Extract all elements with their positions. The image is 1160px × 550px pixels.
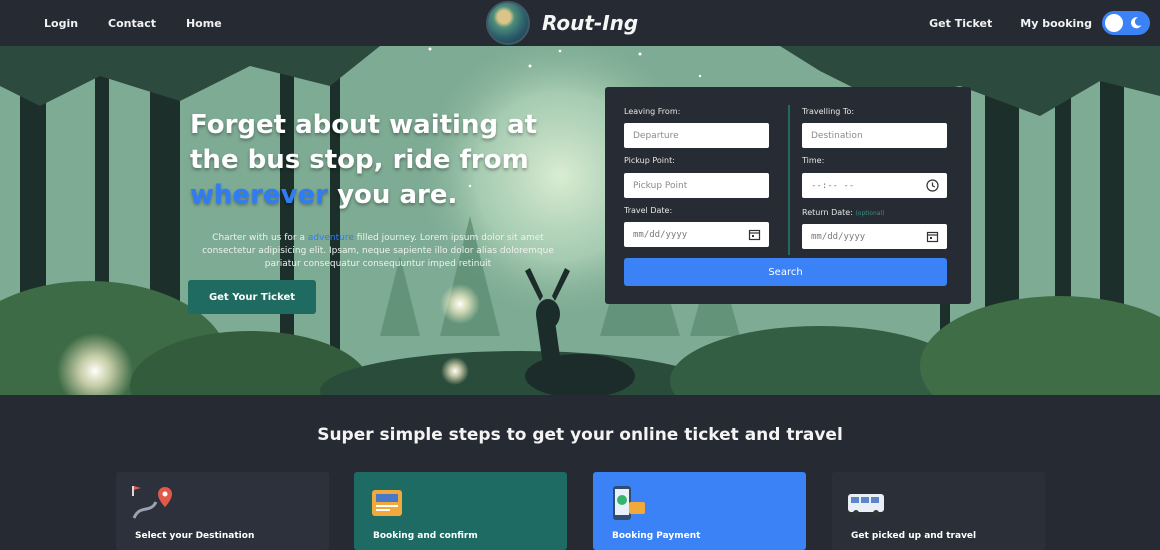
pickup-point-input[interactable]: Pickup Point	[624, 173, 769, 198]
headline-accent: wherever	[190, 180, 329, 210]
nav-left-links: Login Contact Home	[44, 0, 222, 46]
time-value: --:-- --	[811, 180, 855, 191]
calendar-icon[interactable]	[748, 228, 761, 241]
clock-icon[interactable]	[926, 179, 939, 192]
return-date-optional-note: (optional)	[855, 210, 885, 217]
hero-blurb: Charter with us for a adventure filled j…	[188, 232, 568, 271]
ticket-search-form: Leaving From: Departure Travelling To: D…	[605, 87, 971, 304]
nav-right: Get Ticket My booking	[929, 0, 1150, 46]
step-card-pickup[interactable]: Get picked up and travel	[832, 472, 1045, 550]
travel-date-value: mm/dd/yyyy	[633, 229, 688, 240]
return-date-label: Return Date: (optional)	[802, 208, 884, 217]
pickup-point-label: Pickup Point:	[624, 156, 675, 165]
brand-logo	[486, 1, 530, 45]
map-pin-route-icon	[132, 486, 172, 519]
brand-name: Rout-Ing	[542, 11, 639, 35]
brand[interactable]: Rout-Ing	[486, 0, 638, 46]
step-card-payment[interactable]: Booking Payment	[593, 472, 806, 550]
get-your-ticket-button[interactable]: Get Your Ticket	[188, 280, 316, 314]
steps-section: Super simple steps to get your online ti…	[0, 395, 1160, 550]
step-label: Booking Payment	[612, 531, 701, 541]
theme-toggle[interactable]	[1102, 11, 1150, 35]
hero-headline: Forget about waiting at the bus stop, ri…	[190, 108, 550, 213]
step-card-booking[interactable]: Booking and confirm	[354, 472, 567, 550]
nav-my-booking-link[interactable]: My booking	[1020, 17, 1092, 30]
ticket-icon	[372, 490, 402, 516]
time-label: Time:	[802, 156, 825, 165]
leaving-from-label: Leaving From:	[624, 107, 681, 116]
travel-date-input[interactable]: mm/dd/yyyy	[624, 222, 769, 247]
form-divider	[788, 105, 790, 255]
toggle-knob	[1105, 14, 1123, 32]
step-label: Select your Destination	[135, 531, 255, 541]
blurb-accent: adventure	[307, 233, 354, 243]
bus-icon	[848, 494, 884, 516]
return-date-label-text: Return Date:	[802, 208, 853, 217]
nav-login-link[interactable]: Login	[44, 17, 78, 30]
top-nav: Login Contact Home Rout-Ing Get Ticket M…	[0, 0, 1160, 46]
forest-background	[0, 46, 1160, 395]
step-label: Booking and confirm	[373, 531, 478, 541]
return-date-value: mm/dd/yyyy	[811, 231, 866, 242]
time-input[interactable]: --:-- --	[802, 173, 947, 198]
return-date-input[interactable]: mm/dd/yyyy	[802, 224, 947, 249]
headline-part1: Forget about waiting at the bus stop, ri…	[190, 110, 538, 175]
moon-icon	[1130, 17, 1142, 29]
destination-input[interactable]: Destination	[802, 123, 947, 148]
departure-input[interactable]: Departure	[624, 123, 769, 148]
travel-date-label: Travel Date:	[624, 206, 673, 215]
headline-part2: you are.	[337, 180, 458, 210]
phone-payment-icon	[613, 486, 645, 520]
calendar-icon[interactable]	[926, 230, 939, 243]
step-card-destination[interactable]: Select your Destination	[116, 472, 329, 550]
search-button[interactable]: Search	[624, 258, 947, 286]
step-label: Get picked up and travel	[851, 531, 977, 541]
nav-contact-link[interactable]: Contact	[108, 17, 156, 30]
hero-section: Forget about waiting at the bus stop, ri…	[0, 46, 1160, 395]
blurb-part1: Charter with us for a	[212, 233, 305, 243]
travelling-to-label: Travelling To:	[802, 107, 855, 116]
nav-get-ticket-link[interactable]: Get Ticket	[929, 17, 992, 30]
steps-title: Super simple steps to get your online ti…	[317, 425, 843, 445]
nav-home-link[interactable]: Home	[186, 17, 222, 30]
